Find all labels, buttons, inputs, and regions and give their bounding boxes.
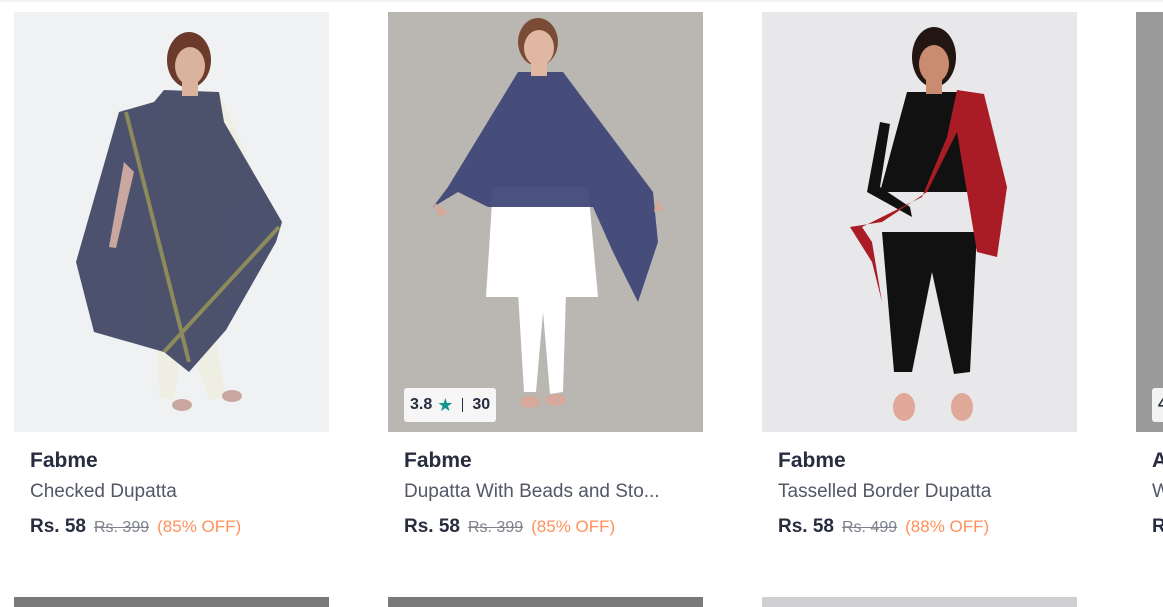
product-image[interactable] xyxy=(14,12,329,432)
product-price: Rs. 58 xyxy=(404,516,460,537)
product-title: Checked Dupatta xyxy=(30,481,177,502)
product-title: Dupatta With Beads and Sto... xyxy=(404,481,660,502)
product-mrp: Rs. 399 xyxy=(467,519,524,536)
rating-separator xyxy=(462,398,464,412)
product-brand: Fabme xyxy=(778,449,846,472)
product-info: Fabme Dupatta With Beads and Sto... Rs. … xyxy=(404,448,694,538)
product-price: Rs. 58 xyxy=(30,516,86,537)
product-title: W xyxy=(1152,480,1163,504)
product-brand: Fabme xyxy=(404,449,472,472)
rating-value: 4 xyxy=(1158,396,1163,413)
rating-badge: 3.8 ★ 30 xyxy=(404,388,497,422)
next-row-image[interactable] xyxy=(762,597,1077,607)
product-image[interactable] xyxy=(762,12,1077,432)
product-discount: (85% OFF) xyxy=(531,517,616,536)
product-price: R xyxy=(1152,516,1163,537)
product-discount: (85% OFF) xyxy=(157,517,242,536)
price-row: Rs. 58 Rs. 399 (85% OFF) xyxy=(404,516,694,538)
product-image[interactable]: 4 xyxy=(1136,12,1163,432)
product-card[interactable]: 3.8 ★ 30 Fabme Dupatta With Beads and St… xyxy=(388,12,703,572)
product-brand: Fabme xyxy=(30,449,98,472)
product-brand: A xyxy=(1152,449,1163,472)
price-row: R xyxy=(1152,516,1163,538)
rating-badge: 4 xyxy=(1152,388,1163,422)
product-info: Fabme Checked Dupatta Rs. 58 Rs. 399 (85… xyxy=(30,448,320,538)
product-title: Tasselled Border Dupatta xyxy=(778,481,992,502)
product-image[interactable]: 3.8 ★ 30 xyxy=(388,12,703,432)
product-info: A W R xyxy=(1152,448,1163,538)
price-row: Rs. 58 Rs. 499 (88% OFF) xyxy=(778,516,1068,538)
price-row: Rs. 58 Rs. 399 (85% OFF) xyxy=(30,516,320,538)
product-card-partial[interactable]: 4 A W R xyxy=(1136,12,1163,572)
next-row-image[interactable] xyxy=(14,597,329,607)
product-price: Rs. 58 xyxy=(778,516,834,537)
product-info: Fabme Tasselled Border Dupatta Rs. 58 Rs… xyxy=(778,448,1068,538)
product-mrp: Rs. 499 xyxy=(841,519,898,536)
rating-value: 3.8 xyxy=(410,396,433,413)
product-mrp: Rs. 399 xyxy=(93,519,150,536)
product-card[interactable]: Fabme Checked Dupatta Rs. 58 Rs. 399 (85… xyxy=(14,12,329,572)
product-grid: Fabme Checked Dupatta Rs. 58 Rs. 399 (85… xyxy=(0,0,1163,607)
rating-count: 30 xyxy=(472,396,491,413)
star-icon: ★ xyxy=(437,395,454,415)
next-row-image[interactable] xyxy=(388,597,703,607)
product-discount: (88% OFF) xyxy=(905,517,990,536)
product-card[interactable]: Fabme Tasselled Border Dupatta Rs. 58 Rs… xyxy=(762,12,1077,572)
